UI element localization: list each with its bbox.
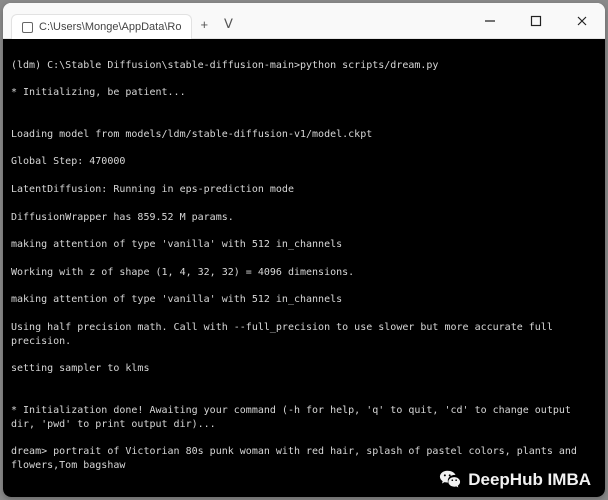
terminal-window: C:\Users\Monge\AppData\Ro + ᐯ (ldm) C:\S… — [3, 3, 605, 497]
titlebar: C:\Users\Monge\AppData\Ro + ᐯ — [3, 3, 605, 39]
tab-title: C:\Users\Monge\AppData\Ro — [39, 21, 181, 33]
term-line: Working with z of shape (1, 4, 32, 32) =… — [11, 266, 597, 280]
new-tab-button[interactable]: + — [192, 11, 216, 38]
term-line: setting sampler to klms — [11, 362, 597, 376]
term-line: LatentDiffusion: Running in eps-predicti… — [11, 183, 597, 197]
terminal-output[interactable]: (ldm) C:\Stable Diffusion\stable-diffusi… — [3, 39, 605, 497]
term-line: (ldm) C:\Stable Diffusion\stable-diffusi… — [11, 59, 597, 73]
close-button[interactable] — [559, 3, 605, 39]
minimize-button[interactable] — [467, 3, 513, 39]
term-line: dream> portrait of Victorian 80s punk wo… — [11, 445, 597, 473]
maximize-button[interactable] — [513, 3, 559, 39]
tab-cmd-icon — [22, 22, 33, 33]
tab-strip: C:\Users\Monge\AppData\Ro + ᐯ — [3, 3, 241, 38]
tab-dropdown-button[interactable]: ᐯ — [216, 10, 241, 38]
term-line: making attention of type 'vanilla' with … — [11, 238, 597, 252]
window-controls — [467, 3, 605, 38]
term-line: * Initializing, be patient... — [11, 86, 597, 100]
term-line: Loading model from models/ldm/stable-dif… — [11, 128, 597, 142]
term-line: making attention of type 'vanilla' with … — [11, 293, 597, 307]
term-line: Using half precision math. Call with --f… — [11, 321, 597, 349]
tab-active[interactable]: C:\Users\Monge\AppData\Ro — [11, 14, 192, 39]
term-line: DiffusionWrapper has 859.52 M params. — [11, 211, 597, 225]
term-line: * Initialization done! Awaiting your com… — [11, 404, 597, 432]
term-line: Global Step: 470000 — [11, 155, 597, 169]
